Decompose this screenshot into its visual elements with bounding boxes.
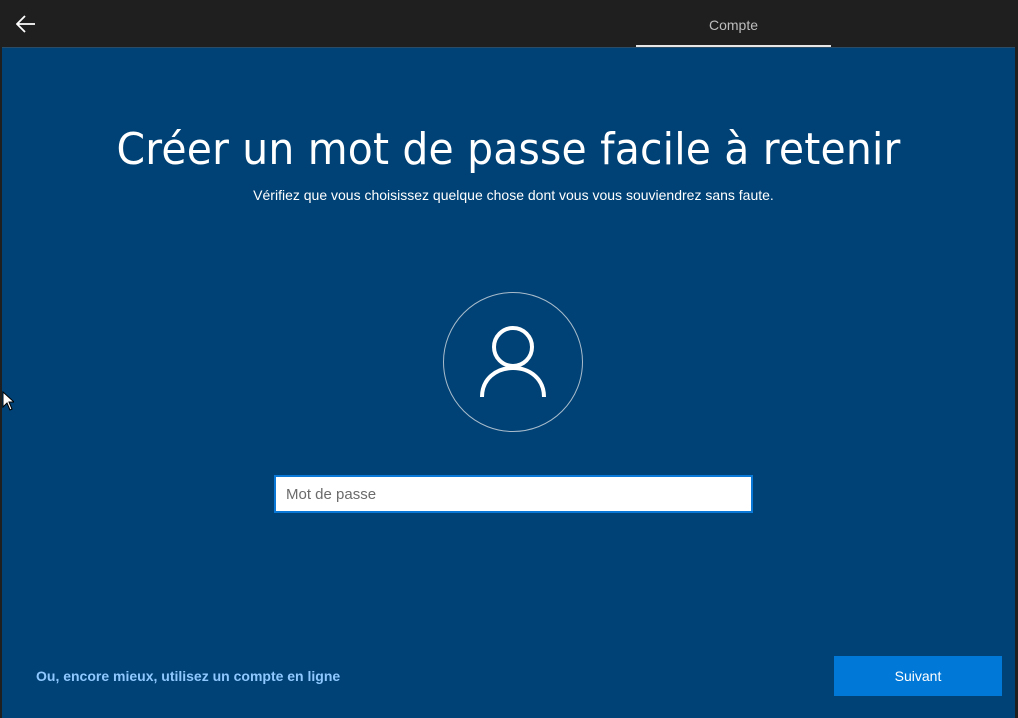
back-arrow-icon (16, 15, 35, 33)
avatar (443, 292, 583, 432)
password-field[interactable] (274, 475, 753, 513)
user-icon (480, 326, 546, 398)
mouse-pointer-icon (2, 391, 14, 411)
back-button[interactable] (10, 8, 42, 40)
tab-compte[interactable]: Compte (636, 0, 831, 47)
next-button[interactable]: Suivant (834, 656, 1002, 696)
online-account-link[interactable]: Ou, encore mieux, utilisez un compte en … (36, 668, 340, 684)
top-bar: Compte (0, 0, 1018, 47)
page-subtitle: Vérifiez que vous choisissez quelque cho… (253, 187, 774, 203)
page-title: Créer un mot de passe facile à retenir (116, 124, 901, 175)
account-setup-panel: Créer un mot de passe facile à retenir V… (2, 47, 1015, 718)
